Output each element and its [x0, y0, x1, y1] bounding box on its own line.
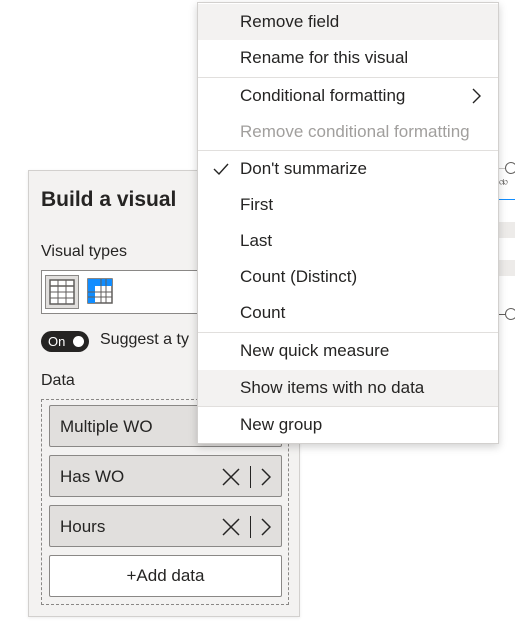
menu-item-conditional-formatting[interactable]: Conditional formatting [198, 78, 498, 114]
matrix-visual-button[interactable] [84, 275, 118, 309]
menu-item-count-distinct[interactable]: Count (Distinct) [198, 259, 498, 295]
toggle-state-label: On [48, 334, 66, 349]
chevron-right-icon[interactable] [261, 468, 271, 486]
visual-types-gallery [41, 270, 221, 314]
menu-item-dont-summarize[interactable]: Don't summarize [198, 151, 498, 187]
field-name: Multiple WO [60, 417, 153, 436]
report-canvas: ⧞ Build a visual Visual types On Suggest… [0, 0, 515, 627]
matrix-icon [87, 278, 113, 304]
table-icon [49, 279, 75, 305]
pane-title: Build a visual [41, 188, 177, 211]
action-divider [250, 466, 251, 488]
field-actions [222, 515, 271, 539]
add-data-button[interactable]: +Add data [49, 555, 282, 597]
canvas-slider-handle[interactable] [505, 162, 515, 174]
field-pill-has-wo[interactable]: Has WO [49, 455, 282, 497]
action-divider [250, 516, 251, 538]
canvas-glyph: ⧞ [499, 176, 508, 188]
checkmark-icon [213, 163, 229, 176]
menu-item-last[interactable]: Last [198, 223, 498, 259]
canvas-bar [499, 260, 515, 276]
menu-item-count[interactable]: Count [198, 295, 498, 331]
menu-item-rename-for-visual[interactable]: Rename for this visual [198, 40, 498, 76]
canvas-bar [499, 222, 515, 238]
visual-types-label: Visual types [41, 243, 127, 260]
suggest-visual-toggle[interactable]: On [41, 331, 89, 352]
data-section-label: Data [41, 372, 75, 389]
field-context-menu: Remove field Rename for this visual Cond… [197, 2, 499, 444]
field-name: Hours [60, 517, 106, 536]
toggle-knob [73, 336, 84, 347]
menu-item-new-quick-measure[interactable]: New quick measure [198, 333, 498, 369]
canvas-divider-line [499, 199, 515, 200]
field-name: Has WO [60, 467, 125, 486]
menu-item-remove-conditional-formatting: Remove conditional formatting [240, 122, 470, 141]
suggest-visual-label: Suggest a ty [100, 331, 189, 348]
menu-item-new-group[interactable]: New group [198, 407, 498, 443]
close-icon[interactable] [222, 468, 240, 486]
chevron-right-icon [472, 88, 481, 104]
close-icon[interactable] [222, 518, 240, 536]
menu-item-show-items-no-data[interactable]: Show items with no data [198, 370, 498, 406]
menu-item-first[interactable]: First [198, 187, 498, 223]
field-actions [222, 465, 271, 489]
chevron-right-icon[interactable] [261, 518, 271, 536]
canvas-slider-handle[interactable] [505, 308, 515, 320]
field-pill-hours[interactable]: Hours [49, 505, 282, 547]
table-visual-button[interactable] [45, 275, 79, 309]
menu-item-remove-field[interactable]: Remove field [198, 4, 498, 40]
